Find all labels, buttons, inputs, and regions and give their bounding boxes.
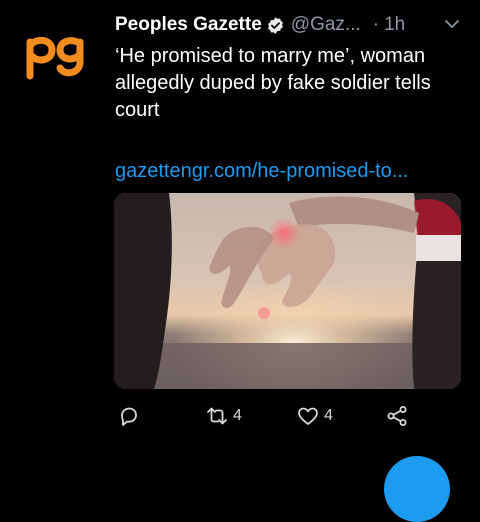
chevron-down-icon[interactable] <box>444 18 460 30</box>
reply-icon <box>121 407 137 426</box>
tweet-media-image[interactable] <box>114 193 461 389</box>
author-handle[interactable]: @Gaz... <box>291 14 361 36</box>
like-button[interactable]: 4 <box>296 404 333 428</box>
author-name[interactable]: Peoples Gazette <box>115 14 262 36</box>
tweet-time[interactable]: 1h <box>384 14 405 36</box>
share-icon <box>387 406 407 426</box>
tweet-link[interactable]: gazettengr.com/he-promised-to... <box>115 160 475 183</box>
retweet-button[interactable]: 4 <box>205 404 242 428</box>
tweet-text: ‘He promised to marry me’, woman alleged… <box>115 45 431 121</box>
verified-badge-icon <box>267 16 283 34</box>
hands-sunset-photo <box>114 193 461 389</box>
tweet-actions: 4 4 <box>115 404 425 434</box>
like-count: 4 <box>324 407 333 424</box>
separator-dot: · <box>372 14 380 35</box>
tweet-header: Peoples Gazette @Gaz... · 1h <box>115 12 464 38</box>
retweet-count: 4 <box>233 407 242 424</box>
reply-button[interactable] <box>117 404 145 428</box>
share-button[interactable] <box>385 404 409 428</box>
like-icon <box>298 407 318 425</box>
peoples-gazette-logo <box>26 37 84 80</box>
retweet-icon <box>207 407 227 425</box>
compose-tweet-button[interactable] <box>384 456 450 522</box>
avatar[interactable] <box>22 32 94 82</box>
